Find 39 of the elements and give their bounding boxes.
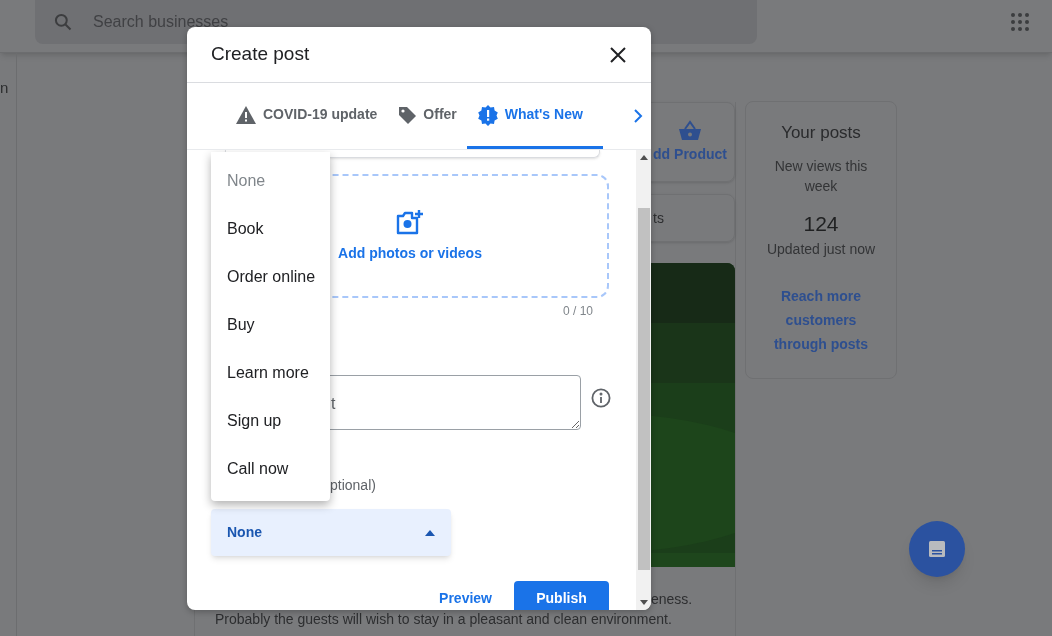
- add-photo-icon: [395, 208, 425, 235]
- views-count: 124: [803, 210, 839, 237]
- post-type-tab[interactable]: What's New: [466, 83, 603, 149]
- preview-button[interactable]: Preview: [439, 588, 492, 609]
- scrollbar[interactable]: [636, 150, 651, 610]
- scroll-up-icon[interactable]: [639, 155, 648, 160]
- close-icon: [610, 46, 626, 63]
- posts-title: Your posts: [781, 122, 861, 144]
- publish-button[interactable]: Publish: [514, 581, 609, 610]
- menu-item[interactable]: Buy: [211, 301, 330, 349]
- dialog-title: Create post: [211, 42, 310, 67]
- media-count: 0 / 10: [561, 303, 593, 320]
- post-icon: [927, 539, 947, 559]
- post-text: eness.: [651, 590, 693, 609]
- create-post-fab[interactable]: [909, 521, 965, 577]
- scroll-thumb[interactable]: [637, 208, 650, 570]
- updated-label: Updated just now: [766, 240, 876, 259]
- button-type-select[interactable]: None: [211, 509, 451, 556]
- card-label: dd Product: [653, 144, 727, 164]
- warning-icon: [235, 104, 257, 125]
- post-type-tab[interactable]: COVID-19 update: [225, 83, 388, 149]
- alert-badge-icon: [476, 103, 499, 126]
- search-icon: [53, 12, 73, 32]
- sidebar-text: n: [0, 78, 10, 98]
- menu-item[interactable]: Call now: [211, 445, 330, 493]
- card-label: ts: [653, 208, 664, 228]
- tag-icon: [397, 104, 418, 125]
- info-icon[interactable]: [591, 387, 611, 408]
- post-type-tab[interactable]: Offer: [387, 83, 467, 149]
- apps-grid-icon[interactable]: [1011, 13, 1029, 31]
- scroll-down-icon[interactable]: [639, 600, 648, 605]
- media-label: Add photos or videos: [338, 243, 482, 263]
- post-text: Probably the guests will wish to stay in a pleasant and clean environment.: [215, 610, 673, 629]
- menu-item[interactable]: Book: [211, 205, 330, 253]
- chevron-right-icon[interactable]: [633, 109, 643, 123]
- menu-item[interactable]: Order online: [211, 253, 330, 301]
- views-label: New views this week: [773, 156, 869, 196]
- basket-icon: [678, 119, 702, 142]
- button-label: ptional): [330, 476, 377, 495]
